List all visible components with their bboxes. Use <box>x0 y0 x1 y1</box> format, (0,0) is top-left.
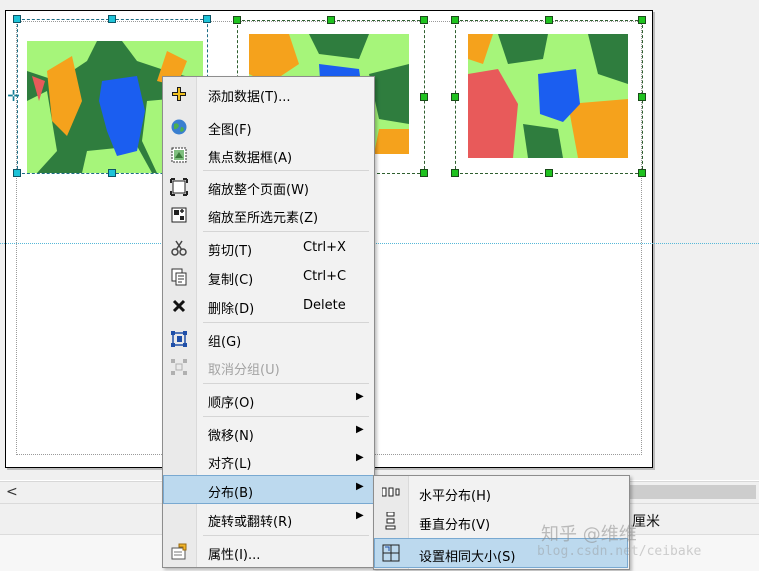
scroll-left-arrow-icon[interactable]: < <box>6 482 20 503</box>
menu-item-group[interactable]: 组(G) <box>164 325 373 352</box>
resize-handle[interactable] <box>13 169 21 177</box>
zoom-selected-elements-icon <box>170 206 188 224</box>
group-icon <box>170 330 188 348</box>
resize-handle[interactable] <box>638 169 646 177</box>
zoom-whole-page-icon <box>170 178 188 196</box>
scrollbar-thumb[interactable] <box>630 485 756 499</box>
menu-item-zoom-selected[interactable]: 缩放至所选元素(Z) <box>164 201 373 228</box>
menu-item-label: 取消分组(U) <box>208 363 280 378</box>
data-frame-3[interactable] <box>451 16 646 177</box>
menu-item-shortcut: Ctrl+C <box>303 269 347 284</box>
menu-item-cut[interactable]: 剪切(T) Ctrl+X <box>164 234 373 261</box>
menu-separator <box>203 231 369 232</box>
menu-separator <box>203 322 369 323</box>
submenu-arrow-icon: ▶ <box>356 481 364 492</box>
menu-item-label: 水平分布(H) <box>419 489 491 504</box>
resize-handle[interactable] <box>420 93 428 101</box>
menu-item-ungroup[interactable]: 取消分组(U) <box>164 353 373 380</box>
menu-item-label: 缩放至所选元素(Z) <box>208 211 319 226</box>
menu-item-label: 垂直分布(V) <box>419 518 491 533</box>
watermark-url: blog.csdn.net/ceibake <box>537 544 702 559</box>
menu-item-zoom-whole-page[interactable]: 缩放整个页面(W) <box>164 173 373 200</box>
submenu-arrow-icon: ▶ <box>356 510 364 521</box>
menu-item-shortcut: Ctrl+X <box>303 240 346 255</box>
menu-item-nudge[interactable]: 微移(N) ▶ <box>164 419 373 446</box>
submenu-arrow-icon: ▶ <box>356 452 364 463</box>
resize-handle[interactable] <box>545 169 553 177</box>
copy-icon <box>170 268 188 286</box>
menu-item-label: 剪切(T) <box>208 244 253 259</box>
menu-item-label: 全图(F) <box>208 123 252 138</box>
watermark-text: 知乎 @维维 <box>541 524 637 545</box>
menu-item-label: 焦点数据框(A) <box>208 151 293 166</box>
menu-item-distribute-horizontally[interactable]: 水平分布(H) <box>375 478 627 506</box>
resize-handle[interactable] <box>108 169 116 177</box>
menu-item-label: 旋转或翻转(R) <box>208 515 293 530</box>
context-menu: 添加数据(T)... 全图(F) 焦点数据框(A) 缩放整个页面(W) 缩放至所… <box>162 76 375 568</box>
resize-handle[interactable] <box>108 15 116 23</box>
globe-icon <box>170 118 188 136</box>
resize-handle[interactable] <box>545 16 553 24</box>
menu-item-align[interactable]: 对齐(L) ▶ <box>164 447 373 474</box>
resize-handle[interactable] <box>451 169 459 177</box>
scissors-icon <box>170 239 188 257</box>
resize-handle[interactable] <box>203 15 211 23</box>
add-data-icon <box>170 85 188 103</box>
resize-handle[interactable] <box>451 93 459 101</box>
submenu-arrow-icon: ▶ <box>356 424 364 435</box>
anchor-point-icon[interactable]: ✛ <box>7 89 20 104</box>
delete-x-icon <box>170 297 188 315</box>
menu-item-label: 复制(C) <box>208 273 254 288</box>
menu-item-distribute[interactable]: 分布(B) ▶ <box>163 475 374 504</box>
menu-item-properties[interactable]: 属性(I)... <box>164 538 373 565</box>
menu-item-focus-data-frame[interactable]: 焦点数据框(A) <box>164 141 373 168</box>
menu-item-copy[interactable]: 复制(C) Ctrl+C <box>164 263 373 290</box>
menu-item-shortcut: Delete <box>303 298 346 313</box>
menu-item-label: 删除(D) <box>208 302 255 317</box>
distribute-vertically-icon <box>382 511 400 530</box>
snap-guide-line <box>0 243 759 244</box>
distribute-horizontally-icon <box>381 483 400 501</box>
resize-handle[interactable] <box>420 16 428 24</box>
resize-handle[interactable] <box>451 16 459 24</box>
menu-item-label: 顺序(O) <box>208 396 255 411</box>
menu-item-label: 组(G) <box>208 335 242 350</box>
ungroup-icon <box>170 358 188 376</box>
menu-item-order[interactable]: 顺序(O) ▶ <box>164 386 373 413</box>
resize-handle[interactable] <box>420 169 428 177</box>
menu-item-label: 分布(B) <box>208 486 254 501</box>
layout-view[interactable]: ✛ <box>0 0 759 480</box>
menu-item-add-data[interactable]: 添加数据(T)... <box>164 80 373 107</box>
menu-separator <box>203 170 369 171</box>
resize-handle[interactable] <box>327 16 335 24</box>
menu-item-label: 微移(N) <box>208 429 254 444</box>
resize-handle[interactable] <box>638 93 646 101</box>
focus-data-frame-icon <box>170 146 188 164</box>
menu-item-rotate-or-flip[interactable]: 旋转或翻转(R) ▶ <box>164 505 373 532</box>
menu-item-label: 属性(I)... <box>208 548 261 563</box>
resize-handle[interactable] <box>638 16 646 24</box>
submenu-arrow-icon: ▶ <box>356 391 364 402</box>
menu-item-label: 设置相同大小(S) <box>419 550 516 565</box>
land-use-map-3 <box>468 34 628 158</box>
menu-separator <box>203 416 369 417</box>
menu-separator <box>203 535 369 536</box>
menu-item-label: 对齐(L) <box>208 457 252 472</box>
menu-separator <box>203 383 369 384</box>
resize-handle[interactable] <box>233 16 241 24</box>
resize-handle[interactable] <box>13 15 21 23</box>
properties-icon <box>170 543 188 561</box>
make-same-size-icon <box>382 544 400 562</box>
menu-item-full-extent[interactable]: 全图(F) <box>164 113 373 140</box>
menu-item-label: 添加数据(T)... <box>208 90 291 105</box>
menu-item-label: 缩放整个页面(W) <box>208 183 309 198</box>
menu-item-delete[interactable]: 删除(D) Delete <box>164 292 373 319</box>
